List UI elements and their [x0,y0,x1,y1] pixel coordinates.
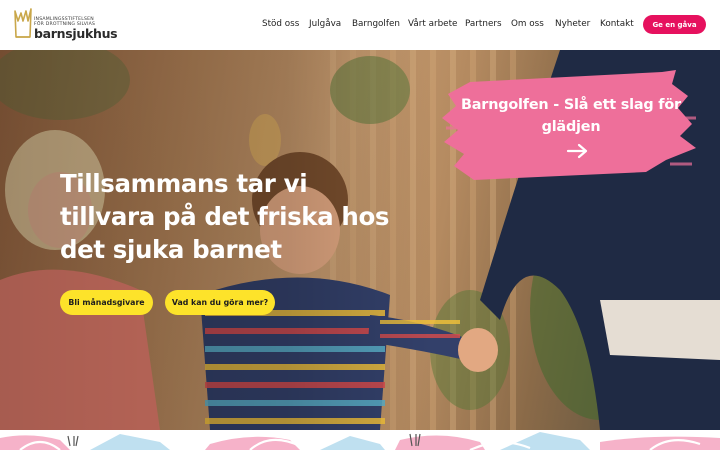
nav-item-nyheter[interactable]: Nyheter [555,18,590,30]
monthly-donor-button[interactable]: Bli månadsgivare [60,290,153,315]
pattern-graphic [0,430,720,450]
nav-item-vart-arbete[interactable]: Vårt arbete [408,18,457,30]
hero-title: Tillsammans tar vi tillvara på det frisk… [60,169,390,264]
arrow-right-icon [566,143,588,159]
barngolfen-promo[interactable]: Barngolfen - Slå ett slag för glädjen [440,68,702,180]
nav-item-julgava[interactable]: Julgåva [309,18,341,30]
main-nav: Stöd oss Julgåva Barngolfen Vårt arbete … [0,0,720,50]
nav-item-stod-oss[interactable]: Stöd oss [262,18,299,30]
promo-text: Barngolfen - Slå ett slag för glädjen [461,97,681,135]
site-header: INSAMLINGSSTIFTELSEN FÖR DROTTNING SILVI… [0,0,720,50]
nav-item-kontakt[interactable]: Kontakt [600,18,634,30]
what-can-you-do-button[interactable]: Vad kan du göra mer? [165,290,275,315]
decorative-pattern-strip [0,430,720,450]
hero-section: Tillsammans tar vi tillvara på det frisk… [0,50,720,430]
give-gift-button[interactable]: Ge en gåva [643,15,706,34]
nav-item-barngolfen[interactable]: Barngolfen [352,18,400,30]
nav-item-partners[interactable]: Partners [465,18,502,30]
nav-item-om-oss[interactable]: Om oss [511,18,544,30]
